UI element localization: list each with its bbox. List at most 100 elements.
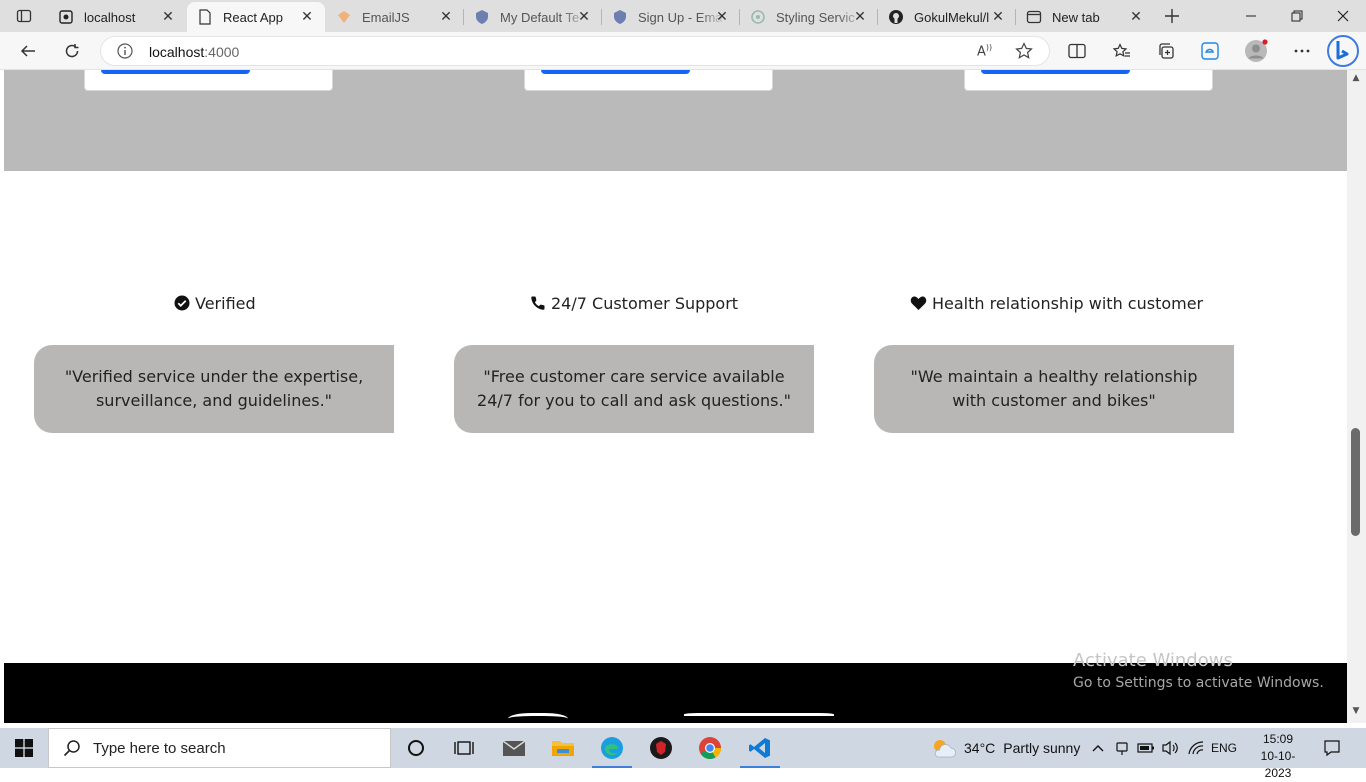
file-explorer-icon[interactable] [539,728,587,768]
weather-condition[interactable]: Partly sunny [1003,740,1080,756]
browser-toolbar: localhost:4000 A)) [0,32,1366,70]
url-host: localhost [149,44,205,60]
tab-title: EmailJS [362,9,410,25]
refresh-icon[interactable] [58,38,86,64]
read-aloud-icon[interactable]: A)) [977,43,992,59]
service-card [964,70,1213,91]
profile-avatar[interactable] [1242,38,1270,64]
watermark-title: Activate Windows [1073,650,1233,671]
tab-title: localhost [84,9,136,25]
scrollbar-thumb[interactable] [1351,428,1360,536]
show-hidden-icons-chevron-up-icon[interactable] [1086,728,1110,768]
favorites-icon[interactable] [1108,38,1136,64]
feature-description: "Free customer care service available 24… [477,367,791,410]
page-viewport: Verified "Verified service under the exp… [4,70,1347,723]
favorite-star-icon[interactable] [1015,42,1033,64]
mail-icon[interactable] [490,728,538,768]
activate-windows-watermark: Activate Windows Go to Settings to activ… [1073,650,1324,691]
restore-icon[interactable] [1274,0,1320,32]
service-card [84,70,333,91]
collections-icon[interactable] [1152,38,1180,64]
feature-title-text: 24/7 Customer Support [551,293,739,313]
bing-copilot-icon[interactable] [1326,34,1360,68]
tab-my-default[interactable]: My Default Te ✕ [464,2,602,32]
edge-browser-icon[interactable] [588,728,636,768]
cards-section-band [4,70,1347,171]
tab-react-app[interactable]: React App ✕ [187,2,325,32]
taskbar-clock[interactable]: 15:09 10-10-2023 [1250,731,1306,782]
close-icon[interactable]: ✕ [576,9,592,25]
wifi-icon[interactable] [1184,728,1208,768]
browser-tab-strip: localhost ✕ React App ✕ EmailJS ✕ My Def… [0,0,1366,32]
close-icon[interactable]: ✕ [714,9,730,25]
feature-title-text: Verified [195,293,256,313]
windows-start-icon[interactable] [0,728,48,768]
check-circle-icon [174,295,190,311]
emailjs-icon [336,9,352,25]
phone-icon [531,296,545,310]
system-tray: 34°C Partly sunny [930,728,1080,768]
tab-title: My Default Te [500,9,580,25]
scroll-up-icon[interactable]: ▲ [1351,74,1361,83]
cortana-icon[interactable] [392,728,440,768]
tab-styling-service[interactable]: Styling Servic ✕ [740,2,878,32]
address-bar[interactable]: localhost:4000 A)) [100,36,1050,66]
tab-title: New tab [1052,9,1100,25]
close-icon[interactable]: ✕ [852,9,868,25]
chrome-icon[interactable] [686,728,734,768]
volume-icon[interactable] [1158,728,1182,768]
tab-sign-up[interactable]: Sign Up - Ema ✕ [602,2,740,32]
tab-title: Styling Servic [776,9,855,25]
notification-center-icon[interactable] [1312,728,1352,768]
battery-icon[interactable] [1134,728,1158,768]
feature-description-card: "Free customer care service available 24… [454,345,814,433]
heart-icon [910,296,927,310]
close-icon[interactable]: ✕ [160,9,176,25]
feature-title-support: 24/7 Customer Support [530,291,738,315]
windows-taskbar: Type here to search 34°C Partly sunny EN… [0,728,1366,780]
feature-description-card: "Verified service under the expertise, s… [34,345,394,433]
close-icon[interactable]: ✕ [299,9,315,25]
close-icon[interactable]: ✕ [438,9,454,25]
github-icon [888,9,904,25]
feature-title-relationship: Health relationship with customer [910,291,1203,315]
card-button[interactable] [541,70,690,74]
close-icon[interactable]: ✕ [990,9,1006,25]
weather-temperature[interactable]: 34°C [964,740,995,756]
card-button[interactable] [981,70,1130,74]
taskbar-search-box[interactable]: Type here to search [48,728,391,768]
vscode-icon[interactable] [736,728,784,768]
chatgpt-icon [750,9,766,25]
tab-emailjs[interactable]: EmailJS ✕ [326,2,464,32]
feature-description-card: "We maintain a healthy relationship with… [874,345,1234,433]
search-placeholder: Type here to search [93,739,226,757]
input-language-indicator[interactable]: ENG [1208,728,1240,768]
shield-icon [474,9,490,25]
tab-localhost[interactable]: localhost ✕ [48,2,186,32]
footer-heading-fragment [684,713,834,723]
tab-github[interactable]: GokulMekul/l ✕ [878,2,1016,32]
close-icon[interactable]: ✕ [1128,9,1144,25]
meet-now-icon[interactable] [1110,728,1134,768]
minimize-icon[interactable] [1228,0,1274,32]
page-scrollbar[interactable]: ▲ ▼ [1347,70,1366,723]
scroll-down-icon[interactable]: ▼ [1351,707,1361,716]
tab-actions-icon[interactable] [10,3,38,29]
brave-security-icon[interactable] [637,728,685,768]
clock-time: 15:09 [1262,732,1294,746]
new-tab-plus-icon[interactable] [1158,3,1186,29]
close-window-icon[interactable] [1320,0,1366,32]
card-button[interactable] [101,70,250,74]
split-screen-icon[interactable] [1063,38,1091,64]
url-text: localhost:4000 [149,44,239,60]
task-view-icon[interactable] [440,728,488,768]
feature-title-verified: Verified [174,291,256,315]
back-icon[interactable] [14,38,42,64]
feature-description: "We maintain a healthy relationship with… [910,367,1198,410]
footer-heading-fragment [508,713,568,723]
more-options-icon[interactable] [1288,38,1316,64]
weather-partly-sunny-icon[interactable] [930,737,956,759]
info-icon[interactable] [117,43,133,63]
tab-new-tab[interactable]: New tab ✕ [1016,2,1154,32]
edge-extension-icon[interactable] [1196,38,1224,64]
